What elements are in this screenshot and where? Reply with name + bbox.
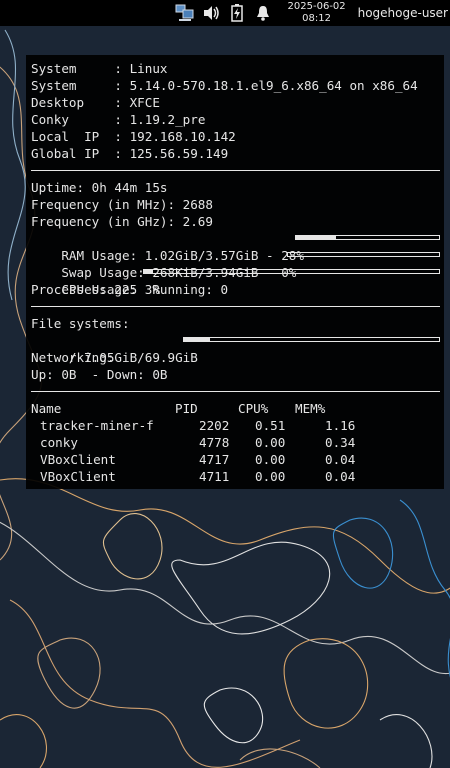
separator: : <box>114 78 130 93</box>
col-mem: MEM% <box>295 401 326 416</box>
system-info-label: Desktop <box>31 95 115 110</box>
system-info-row: Desktop : XFCE <box>31 94 444 111</box>
ram-usage-bar <box>295 235 440 240</box>
process-name: tracker-miner-f <box>40 418 154 433</box>
ram-usage: RAM Usage: 1.02GiB/3.57GiB - 28% <box>31 230 444 263</box>
process-mem: 0.04 <box>325 452 356 467</box>
system-info-label: Global IP <box>31 146 115 161</box>
process-cpu: 0.00 <box>255 452 286 467</box>
process-name: VBoxClient <box>40 469 116 484</box>
system-info-row: Conky : 1.19.2_pre <box>31 111 444 128</box>
system-info-value: 5.14.0-570.18.1.el9_6.x86_64 on x86_64 <box>129 78 418 93</box>
separator: : <box>114 95 130 110</box>
process-table: tracker-miner-f 2202 0.51 1.16 conky 4778 0.00… <box>31 417 444 485</box>
separator: : <box>114 61 130 76</box>
user-menu[interactable]: hogehoge-user <box>358 6 450 20</box>
volume-icon[interactable] <box>200 2 222 24</box>
system-info-label: System <box>31 78 115 93</box>
top-panel: 2025-06-02 08:12 hogehoge-user <box>0 0 450 26</box>
frequency-ghz: Frequency (in GHz): 2.69 <box>31 214 213 229</box>
networking-traffic: Up: 0B - Down: 0B <box>31 367 168 382</box>
frequency-mhz: Frequency (in MHz): 2688 <box>31 197 213 212</box>
process-row: VBoxClient 4711 0.00 0.04 <box>31 468 444 485</box>
filesystem-root-bar <box>183 337 440 342</box>
separator: : <box>114 129 130 144</box>
system-info-value: 1.19.2_pre <box>129 112 206 127</box>
system-info-value: 192.168.10.142 <box>129 129 236 144</box>
system-info-value: Linux <box>129 61 168 76</box>
swap-usage: Swap Usage: 268KiB/3.94GiB - 0% <box>31 247 444 280</box>
filesystems-header: File systems: <box>31 316 130 331</box>
process-pid: 4717 <box>199 452 230 467</box>
system-info-label: Conky <box>31 112 115 127</box>
col-cpu: CPU% <box>238 401 269 416</box>
separator: : <box>114 146 130 161</box>
divider <box>31 170 440 171</box>
clock-time: 08:12 <box>302 13 331 24</box>
filesystem-root-bar-fill <box>184 338 210 341</box>
process-cpu: 0.00 <box>255 435 286 450</box>
uptime: Uptime: 0h 44m 15s <box>31 180 168 195</box>
process-table-header: Name PID CPU% MEM% <box>31 400 444 417</box>
system-info-label: System <box>31 61 115 76</box>
separator: : <box>114 112 130 127</box>
ram-usage-bar-fill <box>296 236 337 239</box>
system-info-row: Local IP : 192.168.10.142 <box>31 128 444 145</box>
divider <box>31 391 440 392</box>
process-mem: 1.16 <box>325 418 356 433</box>
system-info-row: System : 5.14.0-570.18.1.el9_6.x86_64 on… <box>31 77 444 94</box>
notification-bell-icon[interactable] <box>252 2 274 24</box>
system-info-row: System : Linux <box>31 60 444 77</box>
system-info-value: XFCE <box>129 95 160 110</box>
col-name: Name <box>31 401 62 416</box>
process-pid: 4778 <box>199 435 230 450</box>
process-pid: 4711 <box>199 469 230 484</box>
system-info: System : Linux System : 5.14.0-570.18.1.e… <box>31 60 444 162</box>
clock-date: 2025-06-02 <box>287 1 346 12</box>
process-mem: 0.04 <box>325 469 356 484</box>
processes-count: Processes: 225 Running: 0 <box>31 282 229 297</box>
conky-monitor: System : Linux System : 5.14.0-570.18.1.e… <box>26 55 444 489</box>
battery-icon[interactable] <box>226 2 248 24</box>
system-info-row: Global IP : 125.56.59.149 <box>31 145 444 162</box>
swap-usage-bar <box>287 252 440 257</box>
process-cpu: 0.00 <box>255 469 286 484</box>
cpu-usage-bar <box>143 269 440 274</box>
network-icon[interactable] <box>174 2 196 24</box>
process-row: conky 4778 0.00 0.34 <box>31 434 444 451</box>
filesystem-root: / 7.05GiB/69.9GiB <box>31 332 444 365</box>
divider <box>31 306 440 307</box>
networking-header: Networking: <box>31 350 115 365</box>
process-mem: 0.34 <box>325 435 356 450</box>
system-info-value: 125.56.59.149 <box>129 146 229 161</box>
cpu-usage: CPU Usage: 3% <box>31 264 444 297</box>
clock[interactable]: 2025-06-02 08:12 <box>284 1 350 25</box>
process-name: conky <box>40 435 78 450</box>
system-info-label: Local IP <box>31 129 115 144</box>
process-pid: 2202 <box>199 418 230 433</box>
process-row: VBoxClient 4717 0.00 0.04 <box>31 451 444 468</box>
process-row: tracker-miner-f 2202 0.51 1.16 <box>31 417 444 434</box>
process-cpu: 0.51 <box>255 418 286 433</box>
process-name: VBoxClient <box>40 452 116 467</box>
cpu-usage-bar-fill <box>144 270 153 273</box>
col-pid: PID <box>175 401 198 416</box>
